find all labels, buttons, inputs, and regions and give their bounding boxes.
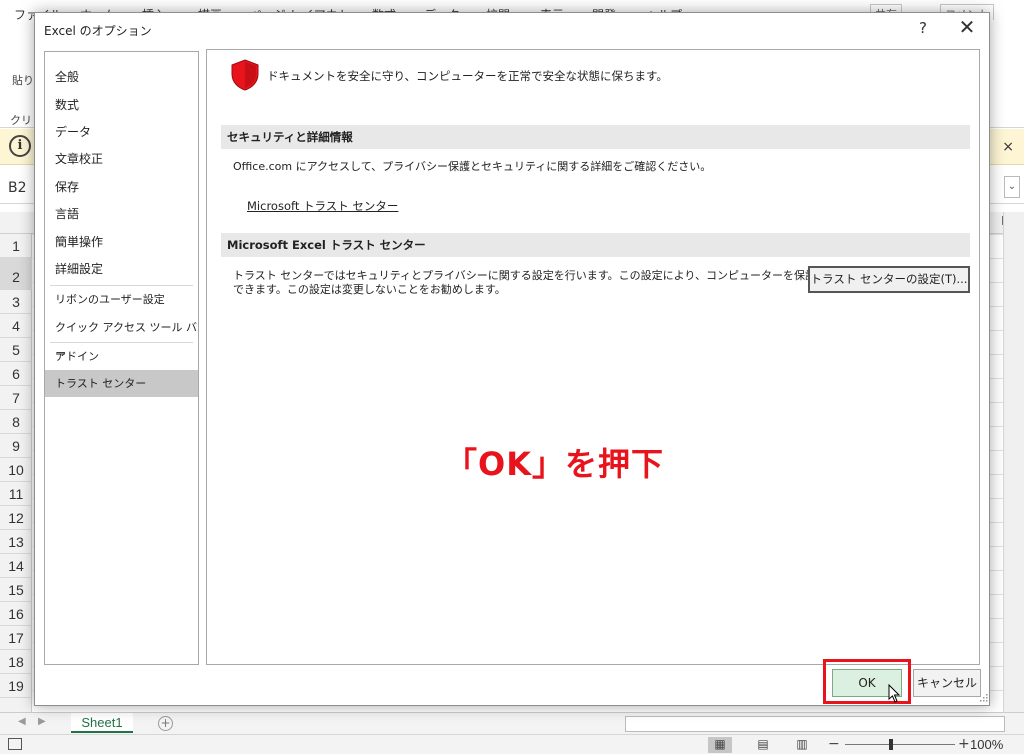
nav-item-advanced[interactable]: 詳細設定 [45,256,198,283]
options-nav: 全般 数式 データ 文章校正 保存 言語 簡単操作 詳細設定 リボンのユーザー設… [44,51,199,665]
row-number[interactable]: 14 [0,554,32,578]
nav-item-trust-center[interactable]: トラスト センター [45,370,198,397]
instruction-annotation: 「OK」を押下 [445,445,665,483]
row-number[interactable]: 17 [0,626,32,650]
security-section-header: セキュリティと詳細情報 [221,125,970,149]
row-number[interactable]: 12 [0,506,32,530]
row-number[interactable]: 15 [0,578,32,602]
expand-formula-icon[interactable]: ⌄ [1004,176,1020,198]
trust-center-text-line2: できます。この設定は変更しないことをお勧めします。 [233,283,506,296]
nav-item-save[interactable]: 保存 [45,174,198,201]
row-number[interactable]: 19 [0,674,32,698]
trust-center-section-header: Microsoft Excel トラスト センター [221,233,970,257]
macro-record-icon[interactable] [8,738,22,750]
zoom-percent[interactable]: 100% [970,737,1003,752]
dialog-title: Excel のオプション [44,24,152,38]
row-number[interactable]: 1 [0,234,32,258]
zoom-out-button[interactable]: − [828,736,840,752]
row-number[interactable]: 7 [0,386,32,410]
row-number[interactable]: 13 [0,530,32,554]
trust-center-intro: ドキュメントを安全に守り、コンピューターを正常で安全な状態に保ちます。 [267,69,668,83]
cancel-button[interactable]: キャンセル [913,669,981,697]
microsoft-trust-center-link[interactable]: Microsoft トラスト センター [247,198,398,214]
help-icon[interactable]: ? [915,19,931,37]
zoom-slider-thumb[interactable] [889,739,893,750]
sheet-tab[interactable]: Sheet1 [71,713,133,733]
message-bar-close-icon[interactable]: × [1002,139,1014,155]
sheet-tab-bar: ◀ ▶ Sheet1 + [0,712,1024,734]
row-number[interactable]: 2 [0,258,32,290]
nav-item-quick-access-toolbar[interactable]: クイック アクセス ツール バー [45,314,198,361]
trust-center-settings-button[interactable]: トラスト センターの設定(T)... [808,266,970,293]
resize-grip-icon[interactable] [979,693,988,702]
close-icon[interactable]: ✕ [956,15,978,39]
row-number[interactable]: 8 [0,410,32,434]
row-number[interactable]: 11 [0,482,32,506]
sheet-next-icon[interactable]: ▶ [38,716,46,727]
nav-item-add-ins[interactable]: アドイン [45,343,198,370]
row-number[interactable]: 9 [0,434,32,458]
horizontal-scrollbar[interactable] [625,716,1005,732]
zoom-slider-track[interactable] [845,744,955,745]
page-layout-view-icon[interactable]: ▤ [751,737,775,753]
excel-options-dialog: Excel のオプション ? ✕ 全般 数式 データ 文章校正 保存 言語 簡単… [34,12,990,706]
row-number[interactable]: 4 [0,314,32,338]
nav-item-data[interactable]: データ [45,119,198,146]
vertical-scrollbar[interactable] [1003,212,1024,712]
nav-item-customize-ribbon[interactable]: リボンのユーザー設定 [45,286,198,313]
nav-item-accessibility[interactable]: 簡単操作 [45,229,198,256]
row-number[interactable]: 5 [0,338,32,362]
normal-view-icon[interactable]: ▦ [708,737,732,753]
options-content: ドキュメントを安全に守り、コンピューターを正常で安全な状態に保ちます。 セキュリ… [206,49,980,665]
nav-item-language[interactable]: 言語 [45,201,198,228]
page-break-view-icon[interactable]: ▥ [790,737,814,753]
sheet-prev-icon[interactable]: ◀ [18,716,26,727]
zoom-in-button[interactable]: + [958,736,970,752]
row-number[interactable]: 3 [0,290,32,314]
add-sheet-icon[interactable]: + [158,716,173,731]
nav-item-proofing[interactable]: 文章校正 [45,146,198,173]
nav-item-formulas[interactable]: 数式 [45,92,198,119]
status-bar: ▦ ▤ ▥ − + 100% [0,734,1024,754]
row-number[interactable]: 16 [0,602,32,626]
row-number[interactable]: 10 [0,458,32,482]
nav-item-general[interactable]: 全般 [45,64,198,91]
security-section-text: Office.com にアクセスして、プライバシー保護とセキュリティに関する詳細… [233,160,712,173]
row-number[interactable]: 18 [0,650,32,674]
row-number[interactable]: 6 [0,362,32,386]
mouse-cursor-icon [888,684,901,703]
name-box[interactable]: B2 [8,180,27,196]
info-icon: i [9,135,31,157]
shield-icon [231,59,259,91]
row-header: 1 2 3 4 5 6 7 8 9 10 11 12 13 14 15 16 17 18 19 [0,234,32,712]
